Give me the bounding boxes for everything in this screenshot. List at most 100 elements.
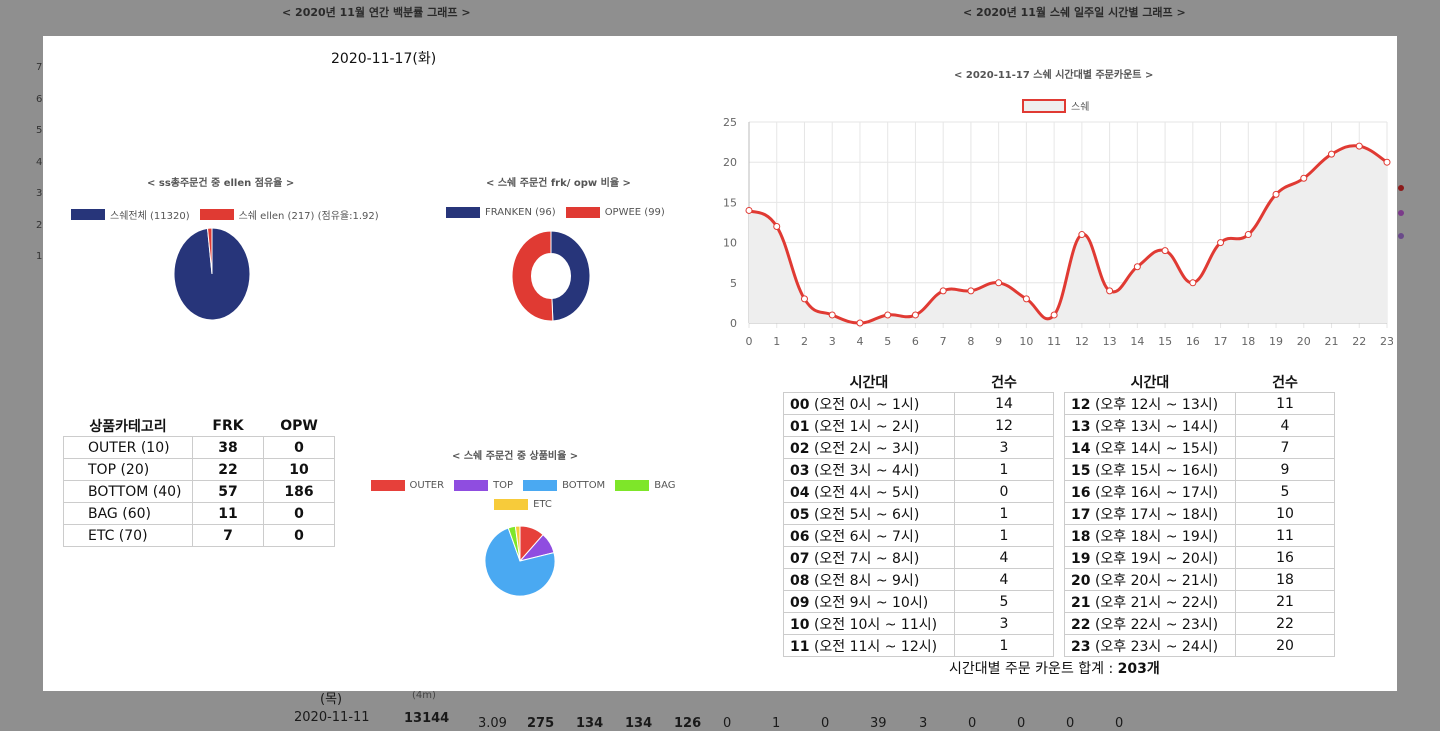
hour-range-text: (오후 18시 ~ 19시) bbox=[1094, 528, 1219, 545]
hour-range-text: (오후 19시 ~ 20시) bbox=[1094, 550, 1219, 567]
background-y-label: 5 bbox=[36, 125, 43, 136]
hourly-chart-x-tick: 18 bbox=[1241, 335, 1255, 348]
hour-count-cell: 1 bbox=[954, 524, 1054, 547]
hourly-total: 시간대별 주문 카운트 합계 : 203개 bbox=[949, 658, 1160, 678]
hour-table-row: 00 (오전 0시 ~ 1시) 14 bbox=[783, 392, 1054, 415]
hourly-chart-point bbox=[1300, 174, 1308, 182]
hour-range-cell: 08 (오전 8시 ~ 9시) bbox=[783, 568, 955, 591]
donut-frk-opw-legend-item[interactable]: OPWEE (99) bbox=[565, 207, 665, 218]
hourly-chart-y-tick: 20 bbox=[723, 156, 737, 169]
hour-table-row: 17 (오후 17시 ~ 18시) 10 bbox=[1064, 502, 1335, 525]
hour-range-text: (오전 6시 ~ 7시) bbox=[813, 528, 920, 545]
hourly-chart-point bbox=[773, 223, 781, 231]
hour-range-cell: 01 (오전 1시 ~ 2시) bbox=[783, 414, 955, 437]
background-right-title: < 2020년 11월 스쉐 일주일 시간별 그래프 > bbox=[963, 6, 1186, 19]
hourly-chart-x-tick: 10 bbox=[1019, 335, 1033, 348]
category-frk-cell: 7 bbox=[192, 524, 264, 547]
hour-range-text: (오후 13시 ~ 14시) bbox=[1094, 418, 1219, 435]
hourly-chart-point bbox=[967, 287, 975, 295]
hour-range-text: (오후 14시 ~ 15시) bbox=[1094, 440, 1219, 457]
hourly-chart-point bbox=[800, 295, 808, 303]
hourly-chart-y-tick: 25 bbox=[723, 116, 737, 129]
pie-product-ratio-legend-item[interactable]: TOP bbox=[454, 480, 513, 491]
hour-range-cell: 11 (오전 11시 ~ 12시) bbox=[783, 634, 955, 657]
hour-number: 12 bbox=[1071, 396, 1091, 413]
hour-table-pm-header-time: 시간대 bbox=[1130, 374, 1170, 391]
background-row-cell: 134 bbox=[576, 716, 604, 731]
hour-range-cell: 19 (오후 19시 ~ 20시) bbox=[1064, 546, 1236, 569]
report-modal: 2020-11-17(화) < ss총주문건 중 ellen 점유율 > 스쉐전… bbox=[43, 36, 1397, 691]
background-row-cell: 0 bbox=[1017, 716, 1026, 731]
pie-product-ratio-legend-item[interactable]: ETC bbox=[494, 499, 552, 510]
hour-range-cell: 14 (오후 14시 ~ 15시) bbox=[1064, 436, 1236, 459]
hourly-chart-x-tick: 6 bbox=[912, 335, 919, 348]
hour-number: 01 bbox=[790, 418, 810, 435]
hour-count-cell: 1 bbox=[954, 502, 1054, 525]
hour-table-row: 22 (오후 22시 ~ 23시) 22 bbox=[1064, 612, 1335, 635]
hour-table-am-header-time: 시간대 bbox=[849, 374, 889, 391]
background-y-label: 3 bbox=[36, 188, 43, 199]
hour-range-cell: 12 (오후 12시 ~ 13시) bbox=[1064, 392, 1236, 415]
hour-count-cell: 21 bbox=[1235, 590, 1335, 613]
hour-count-cell: 1 bbox=[954, 458, 1054, 481]
category-table-header-frk: FRK bbox=[212, 417, 244, 434]
hour-range-text: (오전 4시 ~ 5시) bbox=[813, 484, 920, 501]
pie-product-ratio-legend-swatch bbox=[370, 480, 405, 491]
hour-count-cell: 18 bbox=[1235, 568, 1335, 591]
hour-range-cell: 22 (오후 22시 ~ 23시) bbox=[1064, 612, 1236, 635]
background-row-sub: (4m) bbox=[412, 690, 436, 701]
hour-count-cell: 12 bbox=[954, 414, 1054, 437]
hour-range-cell: 05 (오전 5시 ~ 6시) bbox=[783, 502, 955, 525]
background-y-label: 7 bbox=[36, 62, 43, 73]
hourly-chart-x-tick: 13 bbox=[1103, 335, 1117, 348]
pie-product-ratio-chart bbox=[484, 525, 556, 597]
hour-table-row: 04 (오전 4시 ~ 5시) 0 bbox=[783, 480, 1054, 503]
background-row-cell: 0 bbox=[821, 716, 830, 731]
hour-range-cell: 00 (오전 0시 ~ 1시) bbox=[783, 392, 955, 415]
category-name-cell: TOP (20) bbox=[63, 458, 193, 481]
hour-count-cell: 1 bbox=[954, 634, 1054, 657]
pie-ellen-share-legend-item[interactable]: 스쉐 ellen (217) (점유율:1.92) bbox=[199, 207, 379, 222]
hour-number: 16 bbox=[1071, 484, 1091, 501]
hour-table-row: 07 (오전 7시 ~ 8시) 4 bbox=[783, 546, 1054, 569]
hour-range-text: (오전 9시 ~ 10시) bbox=[813, 594, 929, 611]
pie-product-ratio-legend-item[interactable]: OUTER bbox=[370, 480, 444, 491]
hour-table-row: 05 (오전 5시 ~ 6시) 1 bbox=[783, 502, 1054, 525]
pie-product-ratio-legend-label: BAG bbox=[654, 480, 676, 491]
hourly-chart-x-tick: 0 bbox=[746, 335, 753, 348]
donut-frk-opw-legend-item[interactable]: FRANKEN (96) bbox=[446, 207, 556, 218]
category-opw-cell: 186 bbox=[263, 480, 335, 503]
hourly-chart-x-tick: 23 bbox=[1380, 335, 1393, 348]
pie-product-ratio-legend-swatch bbox=[615, 480, 650, 491]
pie-ellen-share-legend-label: 스쉐전체 (11320) bbox=[110, 211, 190, 222]
hour-range-cell: 06 (오전 6시 ~ 7시) bbox=[783, 524, 955, 547]
hour-range-text: (오후 12시 ~ 13시) bbox=[1094, 396, 1219, 413]
hour-table-row: 02 (오전 2시 ~ 3시) 3 bbox=[783, 436, 1054, 459]
hour-number: 18 bbox=[1071, 528, 1091, 545]
hour-number: 09 bbox=[790, 594, 810, 611]
hourly-chart-point bbox=[1217, 239, 1225, 247]
hour-range-text: (오전 5시 ~ 6시) bbox=[813, 506, 920, 523]
report-date-title: 2020-11-17(화) bbox=[331, 51, 437, 67]
pie-ellen-share-chart bbox=[173, 228, 251, 321]
category-name-cell: ETC (70) bbox=[63, 524, 193, 547]
donut-frk-opw-legend-label: FRANKEN (96) bbox=[485, 207, 556, 218]
category-table-header-opw: OPW bbox=[280, 417, 318, 434]
pie-ellen-share-legend-item[interactable]: 스쉐전체 (11320) bbox=[71, 207, 190, 222]
hour-table-row: 06 (오전 6시 ~ 7시) 1 bbox=[783, 524, 1054, 547]
category-name-cell: BOTTOM (40) bbox=[63, 480, 193, 503]
hourly-chart-x-tick: 8 bbox=[967, 335, 974, 348]
hour-count-cell: 20 bbox=[1235, 634, 1335, 657]
background-left-title: < 2020년 11월 연간 백분률 그래프 > bbox=[282, 6, 471, 19]
donut-frk-opw-legend-swatch bbox=[446, 207, 480, 218]
hour-range-text: (오후 16시 ~ 17시) bbox=[1094, 484, 1219, 501]
hour-range-text: (오전 10시 ~ 11시) bbox=[813, 616, 938, 633]
hourly-line-chart: 스쉐05101520250 1 2 3 4 5 6 7 8 9 10 11 12 13 14 15 16 17 18… bbox=[723, 99, 1393, 348]
hour-table-row: 09 (오전 9시 ~ 10시) 5 bbox=[783, 590, 1054, 613]
pie-product-ratio-legend-swatch bbox=[494, 499, 529, 510]
pie-product-ratio-legend-item[interactable]: BOTTOM bbox=[523, 480, 605, 491]
hourly-chart-legend-label: 스쉐 bbox=[1071, 101, 1089, 113]
pie-product-ratio-legend-item[interactable]: BAG bbox=[615, 480, 675, 491]
category-opw-cell: 10 bbox=[263, 458, 335, 481]
pie-product-ratio-legend-label: ETC bbox=[533, 499, 552, 510]
